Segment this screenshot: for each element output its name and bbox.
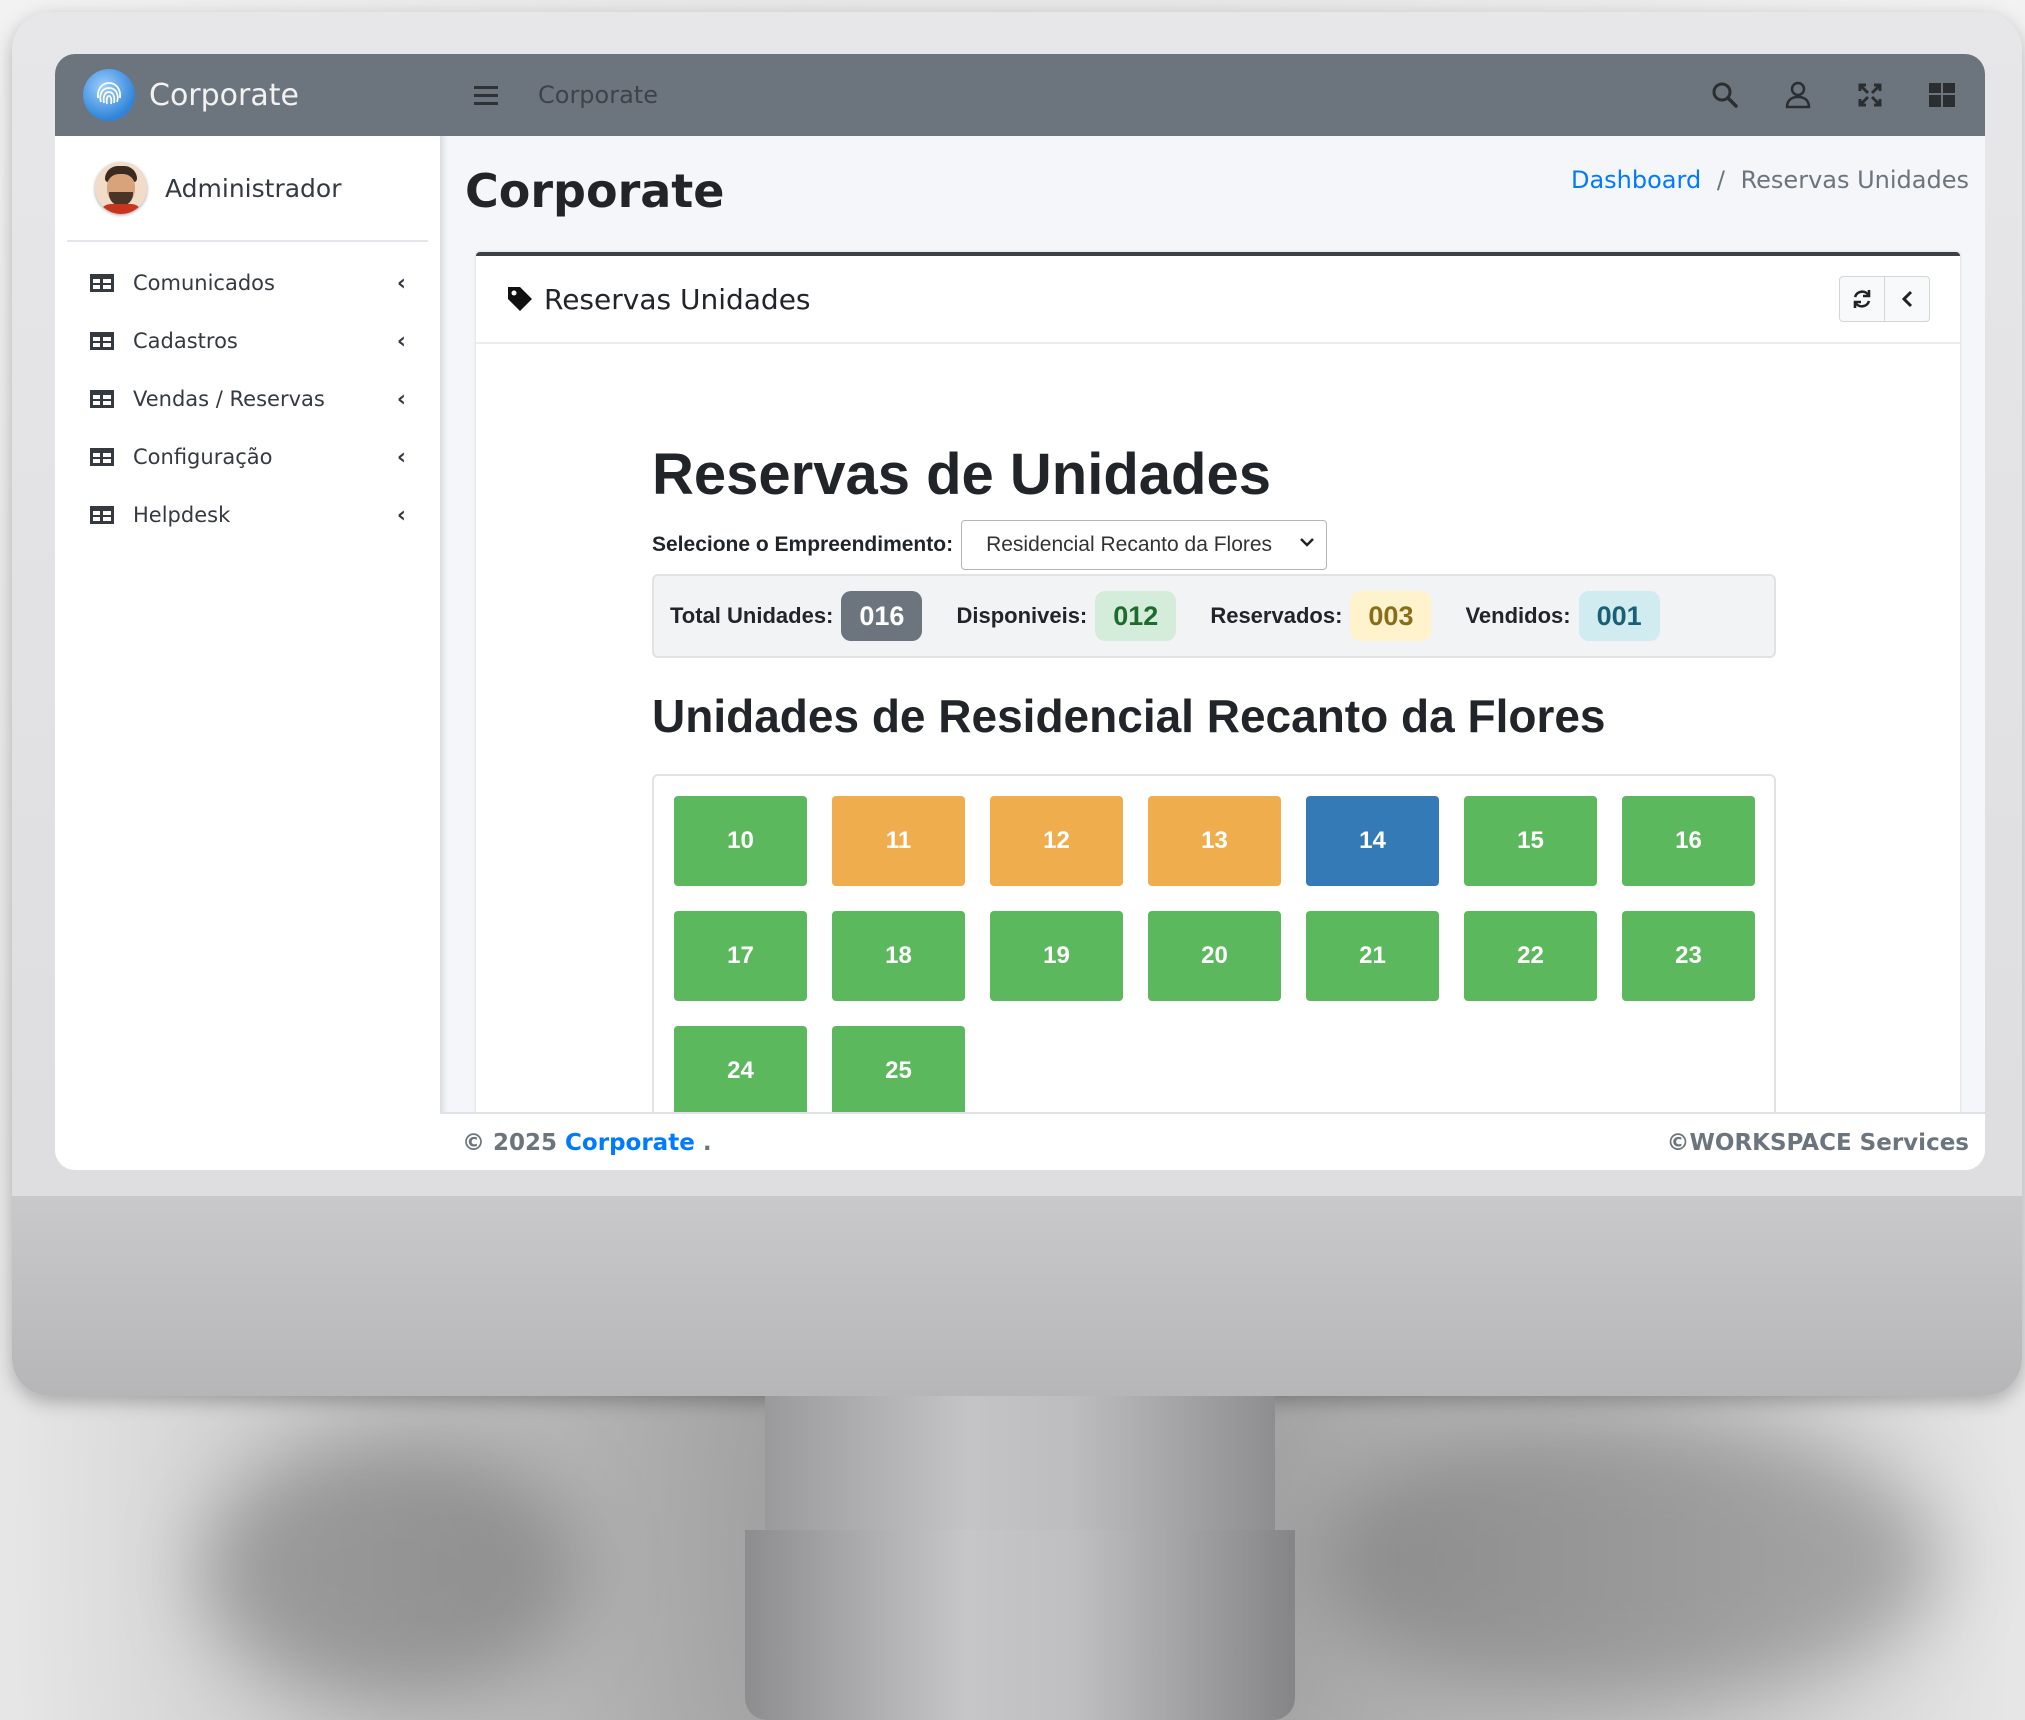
- sidebar-item-helpdesk[interactable]: Helpdesk ‹: [55, 486, 440, 544]
- breadcrumb: Dashboard / Reservas Unidades: [1571, 166, 1969, 194]
- sidebar-item-label: Helpdesk: [133, 503, 231, 527]
- sidebar-item-label: Comunicados: [133, 271, 275, 295]
- sidebar-item-label: Vendas / Reservas: [133, 387, 325, 411]
- sidebar-item-label: Configuração: [133, 445, 273, 469]
- unit-button[interactable]: 18: [832, 911, 965, 1001]
- unit-button[interactable]: 25: [832, 1026, 965, 1116]
- unit-button[interactable]: 23: [1622, 911, 1755, 1001]
- sidebar-item-label: Cadastros: [133, 329, 238, 353]
- unit-button[interactable]: 20: [1148, 911, 1281, 1001]
- card-title: Reservas Unidades: [544, 282, 811, 316]
- card-tools: [1839, 276, 1930, 322]
- footer-right: ©WORKSPACE Services: [1666, 1130, 1969, 1156]
- unit-button[interactable]: 17: [674, 911, 807, 1001]
- user-panel[interactable]: Administrador: [67, 136, 428, 242]
- reservas-card: Reservas Unidades Reservas de Unidades S…: [476, 252, 1960, 1170]
- reservados-label: Reservados:: [1210, 603, 1343, 628]
- grid-icon[interactable]: [1929, 83, 1955, 107]
- unit-button[interactable]: 16: [1622, 796, 1755, 886]
- fingerprint-icon: [83, 69, 135, 121]
- unit-button[interactable]: 21: [1306, 911, 1439, 1001]
- summary-bar: Total Unidades: 016 Disponiveis: 012 Res…: [652, 574, 1776, 658]
- empreendimento-select-row: Selecione o Empreendimento: Residencial …: [652, 520, 1776, 570]
- sidebar-item-cadastros[interactable]: Cadastros ‹: [55, 312, 440, 370]
- select-value: Residencial Recanto da Flores: [986, 533, 1273, 556]
- chevron-down-icon: [1300, 538, 1314, 547]
- table-icon: [90, 448, 114, 466]
- unit-button[interactable]: 15: [1464, 796, 1597, 886]
- disponiveis-label: Disponiveis:: [956, 603, 1088, 628]
- background-blur: [1320, 1420, 1940, 1700]
- unit-button[interactable]: 10: [674, 796, 807, 886]
- unit-button[interactable]: 22: [1464, 911, 1597, 1001]
- reservas-content: Reservas de Unidades Selecione o Empreen…: [652, 436, 1776, 1134]
- page-title: Corporate: [465, 164, 725, 218]
- sidebar-item-configuracao[interactable]: Configuração ‹: [55, 428, 440, 486]
- total-badge: 016: [841, 591, 923, 641]
- breadcrumb-link-dashboard[interactable]: Dashboard: [1571, 166, 1701, 194]
- content-header: Corporate Dashboard / Reservas Unidades: [440, 136, 1985, 246]
- unit-button[interactable]: 11: [832, 796, 965, 886]
- sidebar-nav: Comunicados ‹ Cadastros ‹ Vendas / Reser…: [55, 242, 440, 544]
- brand-name: Corporate: [149, 77, 299, 113]
- footer-left: © 2025 Corporate .: [462, 1130, 712, 1156]
- search-icon[interactable]: [1711, 81, 1739, 109]
- user-name: Administrador: [165, 173, 342, 203]
- empreendimento-select[interactable]: Residencial Recanto da Flores: [961, 520, 1328, 570]
- table-icon: [90, 390, 114, 408]
- expand-icon[interactable]: [1857, 82, 1883, 108]
- monitor-stand-base: [745, 1530, 1295, 1720]
- unit-button[interactable]: 24: [674, 1026, 807, 1116]
- total-label: Total Unidades:: [670, 603, 834, 628]
- units-heading: Unidades de Residencial Recanto da Flore…: [652, 690, 1606, 742]
- chevron-left-icon: ‹: [396, 328, 406, 354]
- brand-link[interactable]: Corporate: [55, 54, 440, 136]
- footer-brand-link[interactable]: Corporate: [565, 1130, 695, 1156]
- collapse-button[interactable]: [1885, 276, 1930, 322]
- screen: Corporate Administrador Comunicados ‹ Ca…: [55, 54, 1985, 1170]
- chevron-left-icon: ‹: [396, 386, 406, 412]
- table-icon: [90, 274, 114, 292]
- select-label: Selecione o Empreendimento:: [652, 533, 954, 556]
- units-grid-box: 10 11 12 13 14 15 16 17 18 19 20 21 22 23 24 25: [652, 774, 1776, 1134]
- breadcrumb-separator: /: [1716, 166, 1725, 194]
- topbar: Corporate: [440, 54, 1985, 136]
- avatar: [95, 162, 147, 214]
- sidebar-item-comunicados[interactable]: Comunicados ‹: [55, 254, 440, 312]
- topbar-icons: [1711, 54, 1955, 136]
- breadcrumb-current: Reservas Unidades: [1740, 166, 1969, 194]
- user-icon[interactable]: [1785, 81, 1811, 109]
- unit-button[interactable]: 12: [990, 796, 1123, 886]
- hamburger-icon[interactable]: [474, 81, 498, 110]
- card-header: Reservas Unidades: [476, 256, 1960, 344]
- monitor-chin: [12, 1196, 2022, 1396]
- footer: © 2025 Corporate . ©WORKSPACE Services: [440, 1112, 1985, 1170]
- table-icon: [90, 332, 114, 350]
- chevron-left-icon: [1901, 290, 1913, 308]
- topbar-title[interactable]: Corporate: [538, 81, 658, 109]
- tag-icon: [508, 287, 532, 311]
- unit-button[interactable]: 14: [1306, 796, 1439, 886]
- disponiveis-badge: 012: [1095, 591, 1177, 641]
- background-blur: [200, 1440, 580, 1700]
- footer-dot: .: [702, 1130, 712, 1156]
- refresh-button[interactable]: [1839, 276, 1885, 322]
- chevron-left-icon: ‹: [396, 444, 406, 470]
- monitor-stand-neck: [765, 1396, 1275, 1536]
- vendidos-badge: 001: [1578, 591, 1660, 641]
- vendidos-label: Vendidos:: [1465, 603, 1571, 628]
- sidebar: Corporate Administrador Comunicados ‹ Ca…: [55, 54, 440, 1170]
- chevron-left-icon: ‹: [396, 270, 406, 296]
- reservados-badge: 003: [1350, 591, 1432, 641]
- table-icon: [90, 506, 114, 524]
- sidebar-item-vendas-reservas[interactable]: Vendas / Reservas ‹: [55, 370, 440, 428]
- chevron-left-icon: ‹: [396, 502, 406, 528]
- refresh-icon: [1853, 290, 1871, 308]
- units-grid: 10 11 12 13 14 15 16 17 18 19 20 21 22 23 24 25: [674, 796, 1755, 1116]
- unit-button[interactable]: 19: [990, 911, 1123, 1001]
- footer-copyright: © 2025: [462, 1130, 558, 1156]
- unit-button[interactable]: 13: [1148, 796, 1281, 886]
- reservas-heading: Reservas de Unidades: [652, 442, 1271, 507]
